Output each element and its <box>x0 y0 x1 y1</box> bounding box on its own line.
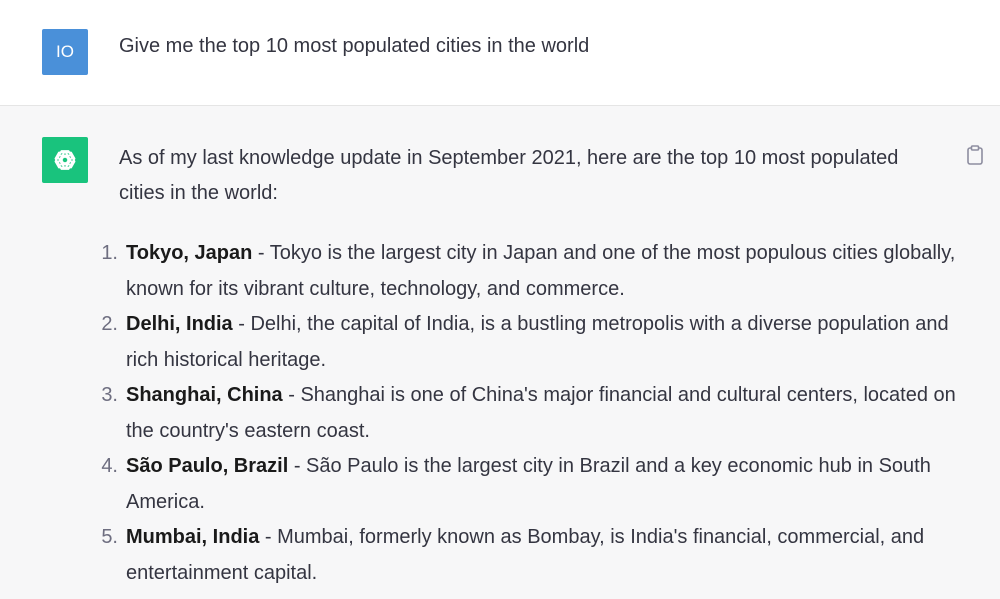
openai-logo-icon <box>54 150 76 170</box>
list-item-number: 2. <box>101 313 118 335</box>
user-message-row: IO Give me the top 10 most populated cit… <box>0 0 1000 106</box>
list-item: 3. Shanghai, China - Shanghai is one of C… <box>96 378 966 449</box>
list-item-number: 5. <box>101 526 118 548</box>
clipboard-icon-svg <box>967 145 983 165</box>
user-avatar: IO <box>42 29 88 75</box>
user-message-text: Give me the top 10 most populated cities… <box>119 35 590 57</box>
city-name: Delhi, India <box>126 313 233 335</box>
cities-list: 1. Tokyo, Japan - Tokyo is the largest ci… <box>96 236 966 591</box>
assistant-intro-text: As of my last knowledge update in Septem… <box>119 147 899 204</box>
list-item: 2. Delhi, India - Delhi, the capital of I… <box>96 307 966 378</box>
clipboard-icon[interactable] <box>964 144 986 166</box>
city-description: - Delhi, the capital of India, is a bust… <box>126 313 949 371</box>
list-item-number: 3. <box>101 384 118 406</box>
city-name: São Paulo, Brazil <box>126 455 289 477</box>
city-name: Mumbai, India <box>126 526 260 548</box>
list-item-number: 1. <box>101 242 118 264</box>
assistant-avatar <box>42 137 88 183</box>
city-name: Tokyo, Japan <box>126 242 253 264</box>
list-item: 1. Tokyo, Japan - Tokyo is the largest ci… <box>96 236 966 307</box>
list-item-number: 4. <box>101 455 118 477</box>
assistant-message-row: As of my last knowledge update in Septem… <box>0 106 1000 599</box>
list-item: 4. São Paulo, Brazil - São Paulo is the l… <box>96 449 966 520</box>
list-item: 5. Mumbai, India - Mumbai, formerly known… <box>96 520 966 591</box>
city-name: Shanghai, China <box>126 384 283 406</box>
